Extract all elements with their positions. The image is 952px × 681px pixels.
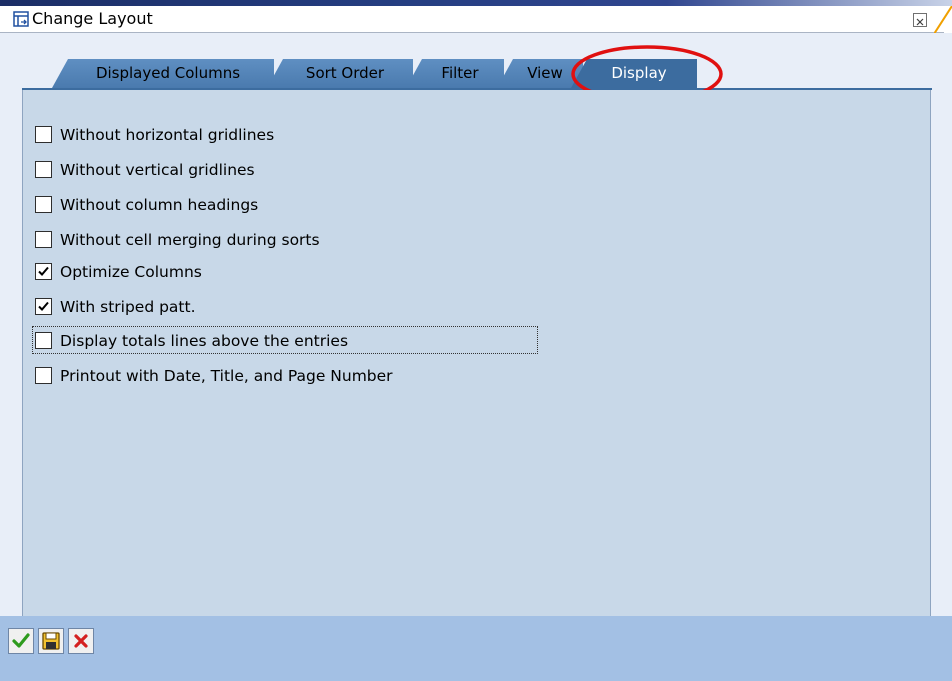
save-layout-button[interactable] (38, 628, 64, 654)
cancel-icon (74, 634, 88, 648)
tab-label: Display (611, 64, 667, 82)
checkbox[interactable] (35, 367, 52, 384)
option-label: Without vertical gridlines (60, 161, 255, 179)
tab-displayed-columns[interactable]: Displayed Columns (52, 59, 274, 88)
option-label: Printout with Date, Title, and Page Numb… (60, 367, 393, 385)
checkbox-checked[interactable] (35, 263, 52, 280)
option-label: Without column headings (60, 196, 259, 214)
option-label: Display totals lines above the entries (60, 332, 349, 350)
tab-label: View (527, 64, 563, 82)
confirm-button[interactable] (8, 628, 34, 654)
tab-label: Filter (441, 64, 479, 82)
titlebar-corner-accent (934, 6, 952, 34)
tab-label: Displayed Columns (95, 64, 241, 82)
change-layout-icon (13, 11, 29, 27)
option-label: Without cell merging during sorts (60, 231, 320, 249)
checkmark-icon (12, 633, 30, 648)
dialog-toolbar (0, 616, 952, 681)
tab-filter[interactable]: Filter (406, 59, 504, 88)
save-icon (42, 632, 60, 650)
checkbox[interactable] (35, 161, 52, 178)
close-icon (916, 18, 924, 26)
checkbox-checked[interactable] (35, 298, 52, 315)
checkmark-icon (38, 266, 49, 276)
window-title: Change Layout (32, 9, 153, 28)
tab-display[interactable]: Display (571, 59, 697, 88)
close-button[interactable] (913, 13, 927, 27)
option-label: Optimize Columns (60, 263, 202, 281)
title-bar: Change Layout (0, 6, 944, 33)
checkbox[interactable] (35, 126, 52, 143)
tab-sort-order[interactable]: Sort Order (267, 59, 413, 88)
cancel-button[interactable] (68, 628, 94, 654)
checkmark-icon (38, 301, 49, 311)
option-label: Without horizontal gridlines (60, 126, 275, 144)
option-label: With striped patt. (60, 298, 196, 316)
checkbox[interactable] (35, 231, 52, 248)
checkbox[interactable] (35, 332, 52, 349)
checkbox[interactable] (35, 196, 52, 213)
tab-label: Sort Order (305, 64, 385, 82)
